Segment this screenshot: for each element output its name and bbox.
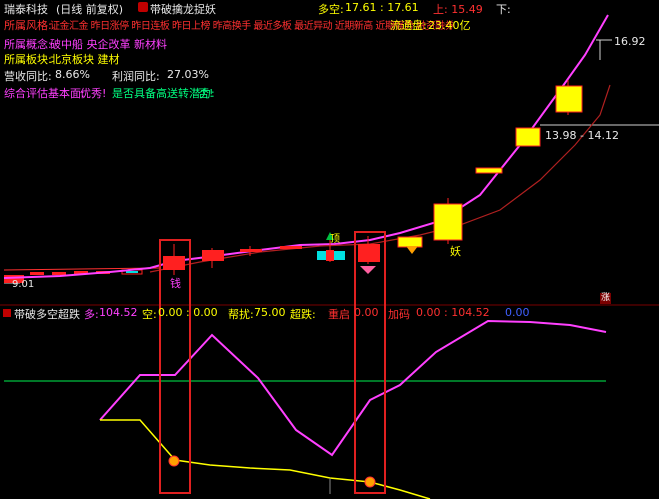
bang-label: 帮扰:	[228, 308, 254, 321]
price-min-label: 9.01	[12, 279, 35, 290]
kong-value: 0.00 : 0.00	[158, 306, 218, 319]
price-range-label: 13.98 - 14.12	[545, 129, 619, 142]
duo-value: 104.52	[99, 306, 138, 319]
last-value: 0.00	[505, 306, 530, 319]
duo-label: 多:	[84, 308, 99, 321]
arrow-down-icon	[406, 246, 418, 254]
buy-signal-icon	[168, 455, 180, 467]
qian-marker: 钱	[170, 277, 181, 290]
dark-red-ma-line	[149, 84, 611, 273]
top-marker: 顶	[330, 234, 340, 245]
chaodie-line[interactable]	[100, 419, 431, 499]
chao-label: 超跌:	[290, 308, 316, 321]
sub-chart-title[interactable]: 带破多空超跌	[14, 306, 80, 322]
buy-signal-icon	[364, 476, 376, 488]
kong-label: 空:	[142, 308, 157, 321]
sub-indicator-icon[interactable]	[3, 309, 11, 317]
zhong-value: 0.00	[354, 306, 379, 319]
bang-value: 75.00	[254, 306, 286, 319]
duo-line[interactable]	[99, 319, 607, 457]
candles	[163, 80, 583, 275]
gem-icon	[360, 266, 376, 274]
yao-marker: 妖	[450, 245, 461, 258]
zhang-marker[interactable]: 涨	[600, 293, 611, 304]
candlestick-chart[interactable]	[0, 0, 659, 499]
jia-value: 0.00 : 104.52	[416, 306, 490, 319]
jia-label: 加码	[388, 308, 410, 321]
zhong-label: 重启	[328, 308, 350, 321]
price-max-label: 16.92	[614, 35, 646, 48]
